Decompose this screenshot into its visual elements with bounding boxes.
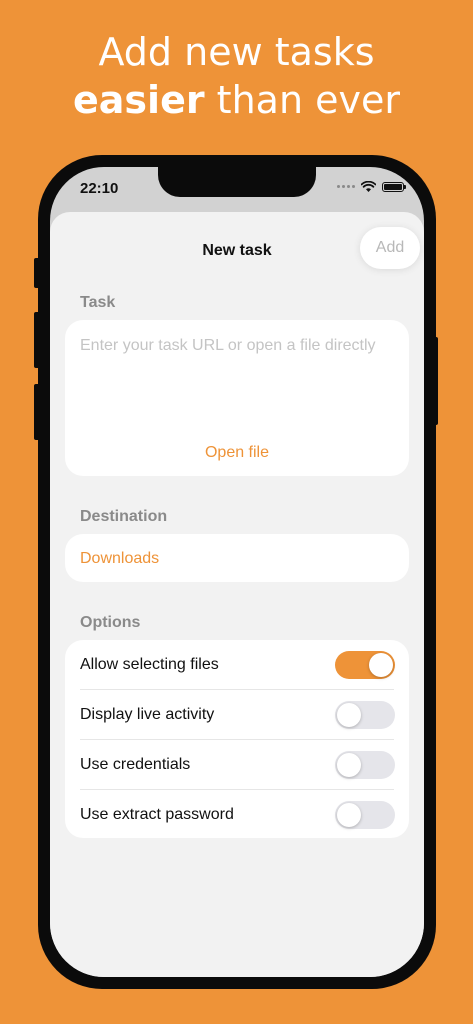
open-file-button[interactable]: Open file [65, 444, 409, 462]
destination-section-label: Destination [80, 508, 168, 525]
use-extract-password-toggle[interactable] [335, 801, 395, 829]
option-label: Display live activity [80, 706, 215, 723]
battery-icon [382, 181, 406, 192]
app-store-screenshot: Add new tasks easier than ever 22:10 New… [0, 0, 473, 1024]
headline-emphasis: easier [73, 78, 205, 122]
options-section-label: Options [80, 614, 141, 631]
destination-value[interactable]: Downloads [80, 550, 159, 568]
toggle-knob [337, 753, 361, 777]
task-section-label: Task [80, 294, 116, 311]
phone-frame: 22:10 New task Add Task Open file De [38, 155, 436, 989]
add-button[interactable]: Add [360, 227, 420, 269]
status-time: 22:10 [80, 180, 119, 197]
use-credentials-toggle[interactable] [335, 751, 395, 779]
option-label: Allow selecting files [80, 656, 219, 673]
option-row-use-extract-password: Use extract password [65, 790, 409, 840]
option-row-use-credentials: Use credentials [65, 740, 409, 790]
headline: Add new tasks easier than ever [0, 28, 473, 124]
destination-card[interactable]: Downloads [65, 534, 409, 582]
toggle-knob [369, 653, 393, 677]
task-card: Open file [65, 320, 409, 476]
new-task-sheet: New task Add Task Open file Destination … [50, 212, 424, 977]
option-label: Use credentials [80, 756, 191, 773]
allow-selecting-files-toggle[interactable] [335, 651, 395, 679]
headline-line-1: Add new tasks [98, 30, 375, 74]
option-label: Use extract password [80, 806, 234, 823]
option-row-display-live-activity: Display live activity [65, 690, 409, 740]
options-card: Allow selecting files Display live activ… [65, 640, 409, 838]
toggle-knob [337, 703, 361, 727]
wifi-icon [361, 181, 376, 192]
headline-line-2: easier than ever [0, 76, 473, 124]
phone-screen: 22:10 New task Add Task Open file De [50, 167, 424, 977]
toggle-knob [337, 803, 361, 827]
notch [158, 167, 316, 197]
display-live-activity-toggle[interactable] [335, 701, 395, 729]
status-icons [337, 181, 406, 192]
headline-rest: than ever [204, 78, 400, 122]
signal-dots-icon [337, 185, 355, 188]
task-url-input[interactable] [80, 336, 396, 426]
option-row-allow-selecting-files: Allow selecting files [65, 640, 409, 690]
